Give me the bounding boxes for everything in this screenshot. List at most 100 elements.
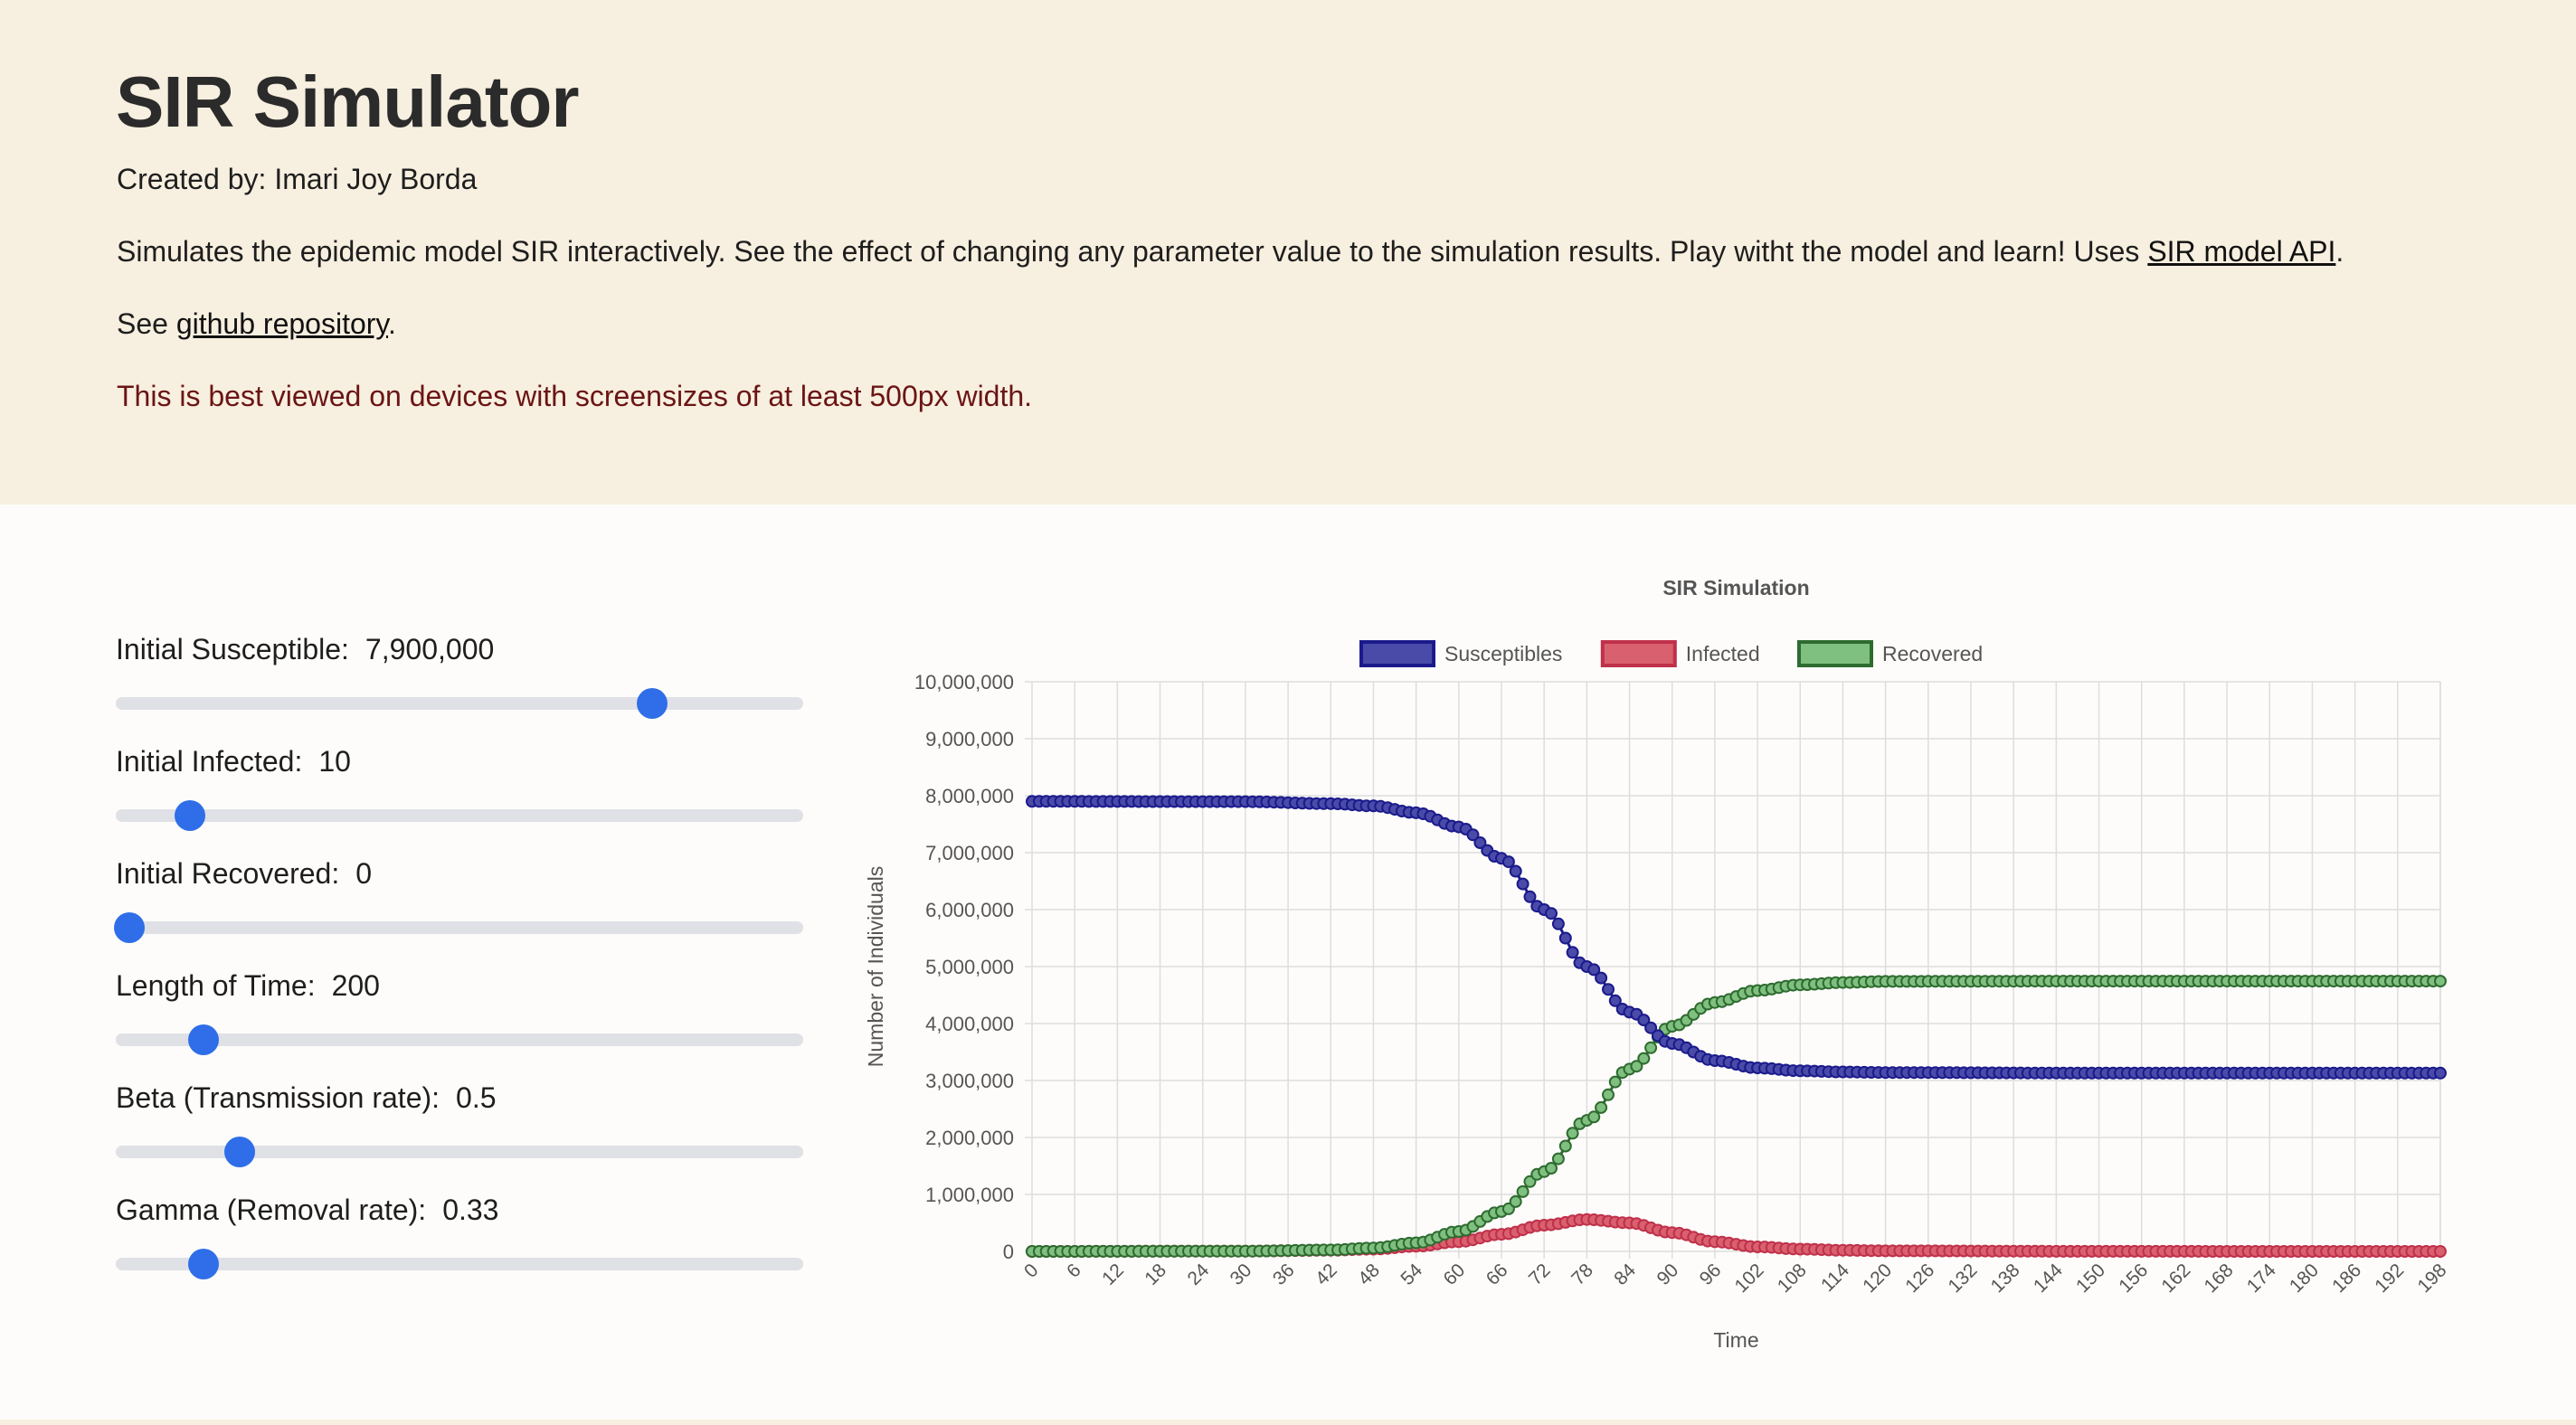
data-point xyxy=(1602,983,1615,996)
page-title: SIR Simulator xyxy=(116,61,580,142)
slider-track[interactable] xyxy=(116,1024,803,1055)
y-axis-title: Number of Individuals xyxy=(864,866,887,1067)
control-label-text: Initial Infected: xyxy=(116,745,303,778)
slider-thumb[interactable] xyxy=(636,688,668,719)
description-end: . xyxy=(2335,235,2344,268)
x-tick-label: 96 xyxy=(1696,1260,1726,1289)
data-point xyxy=(2434,1066,2447,1080)
see-prefix: See xyxy=(117,307,176,340)
chart-title: SIR Simulation xyxy=(1662,576,1809,599)
x-tick-label: 192 xyxy=(2371,1260,2408,1297)
data-point xyxy=(1551,917,1565,930)
slider-track[interactable] xyxy=(116,800,803,831)
x-tick-label: 72 xyxy=(1525,1260,1555,1289)
data-point xyxy=(1523,890,1537,903)
slider-thumb[interactable] xyxy=(187,1024,219,1055)
data-point xyxy=(1566,1127,1579,1140)
x-tick-label: 180 xyxy=(2286,1260,2323,1297)
x-tick-label: 162 xyxy=(2157,1260,2194,1297)
x-tick-label: 186 xyxy=(2328,1260,2365,1297)
x-tick-label: 24 xyxy=(1183,1260,1213,1289)
screen-size-warning: This is best viewed on devices with scre… xyxy=(117,380,1033,412)
data-point xyxy=(1644,1041,1658,1054)
control-label: Initial Susceptible: 7,900,000 xyxy=(116,631,803,667)
legend-swatch xyxy=(1359,640,1435,667)
x-tick-label: 78 xyxy=(1567,1260,1597,1289)
x-tick-label: 6 xyxy=(1063,1260,1085,1282)
x-tick-label: 126 xyxy=(1901,1260,1938,1297)
control-2: Initial Recovered: 0 xyxy=(114,855,803,943)
slider-thumb[interactable] xyxy=(223,1137,255,1167)
x-tick-label: 120 xyxy=(1859,1260,1896,1297)
control-value: 0 xyxy=(355,857,373,890)
x-tick-label: 36 xyxy=(1269,1260,1299,1289)
control-label-text: Length of Time: xyxy=(116,969,316,1002)
x-tick-label: 84 xyxy=(1610,1260,1640,1289)
x-tick-label: 90 xyxy=(1653,1260,1682,1289)
data-point xyxy=(1509,864,1522,878)
x-axis-title: Time xyxy=(1713,1328,1758,1352)
slider-track[interactable] xyxy=(116,688,803,719)
x-tick-label: 198 xyxy=(2413,1260,2450,1297)
sir-api-link[interactable]: SIR model API xyxy=(2147,235,2335,268)
description-text: Simulates the epidemic model SIR interac… xyxy=(117,235,2148,268)
data-point xyxy=(1595,1100,1608,1114)
data-point xyxy=(1509,1194,1522,1208)
slider-track[interactable] xyxy=(114,912,803,943)
x-tick-label: 174 xyxy=(2243,1260,2280,1297)
slider-thumb[interactable] xyxy=(187,1249,219,1279)
y-tick-label: 7,000,000 xyxy=(925,842,1014,864)
x-tick-label: 48 xyxy=(1354,1260,1384,1289)
data-point xyxy=(1608,1075,1622,1089)
y-tick-label: 0 xyxy=(1003,1241,1014,1263)
x-tick-label: 138 xyxy=(1987,1260,2024,1297)
control-value: 10 xyxy=(318,745,351,778)
control-label: Initial Recovered: 0 xyxy=(116,855,803,892)
x-tick-label: 60 xyxy=(1440,1260,1470,1289)
x-tick-label: 66 xyxy=(1482,1260,1512,1289)
data-point xyxy=(1595,971,1608,985)
control-label: Gamma (Removal rate): 0.33 xyxy=(116,1192,803,1228)
y-tick-label: 1,000,000 xyxy=(925,1184,1014,1206)
data-point xyxy=(1587,1110,1601,1124)
slider-thumb[interactable] xyxy=(175,800,206,831)
series-line-recovered xyxy=(1032,979,2440,1253)
data-point xyxy=(2434,1245,2447,1258)
control-label-text: Initial Susceptible: xyxy=(116,633,349,665)
github-repo-link[interactable]: github repository xyxy=(176,307,388,340)
y-tick-label: 9,000,000 xyxy=(925,728,1014,750)
legend-label: Infected xyxy=(1686,642,1760,665)
footer-strip xyxy=(0,1420,2576,1425)
control-3: Length of Time: 200 xyxy=(116,967,803,1055)
control-value: 0.33 xyxy=(442,1194,499,1226)
x-tick-label: 132 xyxy=(1944,1260,1981,1297)
legend-swatch xyxy=(1600,640,1677,667)
x-tick-label: 150 xyxy=(2072,1260,2109,1297)
data-point xyxy=(1551,1152,1565,1165)
x-tick-label: 114 xyxy=(1817,1260,1853,1296)
slider-track[interactable] xyxy=(116,1137,803,1167)
control-4: Beta (Transmission rate): 0.5 xyxy=(116,1080,803,1167)
slider-track[interactable] xyxy=(116,1249,803,1279)
x-tick-label: 12 xyxy=(1098,1260,1128,1289)
x-tick-label: 0 xyxy=(1020,1260,1043,1282)
data-point xyxy=(1545,907,1558,920)
control-label: Beta (Transmission rate): 0.5 xyxy=(116,1080,803,1116)
y-tick-label: 4,000,000 xyxy=(925,1013,1014,1035)
y-tick-label: 5,000,000 xyxy=(925,956,1014,978)
x-tick-label: 156 xyxy=(2115,1260,2152,1297)
x-tick-label: 30 xyxy=(1226,1260,1256,1289)
control-label: Length of Time: 200 xyxy=(116,967,803,1004)
data-point xyxy=(1501,855,1515,869)
y-tick-label: 3,000,000 xyxy=(925,1070,1014,1092)
data-point xyxy=(1558,1139,1572,1153)
data-point xyxy=(1566,946,1579,959)
x-tick-label: 102 xyxy=(1731,1260,1768,1297)
control-1: Initial Infected: 10 xyxy=(116,743,803,831)
data-point xyxy=(1637,1052,1651,1065)
sir-chart: SIR Simulation Susceptibles Infected Recove… xyxy=(864,576,2451,1352)
data-point xyxy=(1602,1088,1615,1101)
control-label-text: Gamma (Removal rate): xyxy=(116,1194,427,1226)
slider-thumb[interactable] xyxy=(114,912,146,943)
description: Simulates the epidemic model SIR interac… xyxy=(117,231,2344,271)
